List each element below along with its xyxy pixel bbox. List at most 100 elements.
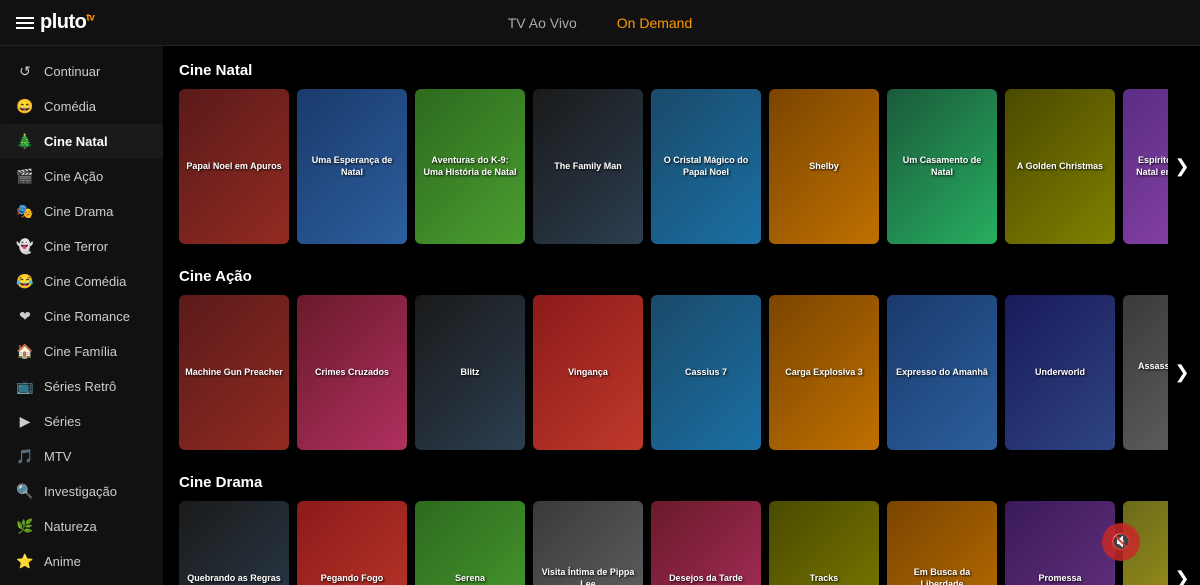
card-bg: Assassino a Preço Fixo [1123,295,1168,450]
sidebar-item-cine-romance[interactable]: ❤ Cine Romance [0,299,163,334]
card-cine-acao-2[interactable]: Blitz [415,295,525,450]
content-area: Cine Natal Papai Noel em ApurosUma Espera… [163,46,1200,585]
row-cine-natal: Papai Noel em ApurosUma Esperança de Nat… [179,89,1168,244]
sidebar-item-cine-familia[interactable]: 🏠 Cine Família [0,334,163,369]
series-icon: ▶ [16,413,34,430]
section-title-cine-acao: Cine Ação [179,268,1200,285]
series-label: Séries [44,414,81,429]
volume-button[interactable]: 🔇 [1102,523,1140,561]
natureza-label: Natureza [44,519,97,534]
card-cine-drama-1[interactable]: Pegando Fogo [297,501,407,585]
card-cine-drama-7[interactable]: Promessa [1005,501,1115,585]
cine-comedia-label: Cine Comédia [44,274,126,289]
card-cine-natal-3[interactable]: The Family Man [533,89,643,244]
card-cine-acao-3[interactable]: Vingança [533,295,643,450]
card-bg: The Family Man [533,89,643,244]
nav-on-demand[interactable]: On Demand [617,15,692,31]
card-bg: Um Casamento de Natal [887,89,997,244]
card-bg: Em Busca da Liberdade [887,501,997,585]
card-bg: Espíritos Mágicos: Natal em Nova York [1123,89,1168,244]
sidebar-item-continuar[interactable]: ↺ Continuar [0,54,163,89]
card-cine-natal-0[interactable]: Papai Noel em Apuros [179,89,289,244]
continuar-icon: ↺ [16,63,34,80]
card-bg: Crimes Cruzados [297,295,407,450]
card-cine-natal-2[interactable]: Aventuras do K-9: Uma História de Natal [415,89,525,244]
card-cine-acao-0[interactable]: Machine Gun Preacher [179,295,289,450]
cine-romance-label: Cine Romance [44,309,130,324]
card-cine-natal-8[interactable]: Espíritos Mágicos: Natal em Nova York [1123,89,1168,244]
card-bg: Expresso do Amanhã [887,295,997,450]
sidebar-item-series[interactable]: ▶ Séries [0,404,163,439]
row-container-cine-drama: Quebrando as RegrasPegando FogoSerenaVis… [179,501,1200,585]
sidebar-item-anime[interactable]: ⭐ Anime [0,544,163,579]
sidebar-item-cine-comedia[interactable]: 😂 Cine Comédia [0,264,163,299]
chevron-right-cine-natal[interactable]: ❯ [1168,89,1196,244]
card-cine-drama-6[interactable]: Em Busca da Liberdade [887,501,997,585]
section-title-cine-natal: Cine Natal [179,62,1200,79]
nav-links: TV Ao Vivo On Demand [508,15,693,31]
cine-drama-label: Cine Drama [44,204,113,219]
chevron-right-cine-acao[interactable]: ❯ [1168,295,1196,450]
card-cine-natal-6[interactable]: Um Casamento de Natal [887,89,997,244]
sidebar-item-natureza[interactable]: 🌿 Natureza [0,509,163,544]
cine-acao-icon: 🎬 [16,168,34,185]
sidebar-item-investigacao[interactable]: 🔍 Investigação [0,474,163,509]
card-cine-drama-3[interactable]: Visita Íntima de Pippa Lee [533,501,643,585]
card-cine-natal-5[interactable]: Shelby [769,89,879,244]
comedia-icon: 😄 [16,98,34,115]
card-cine-drama-4[interactable]: Desejos da Tarde [651,501,761,585]
natureza-icon: 🌿 [16,518,34,535]
series-retro-label: Séries Retrô [44,379,116,394]
card-bg: Cassius 7 [651,295,761,450]
sidebar-item-cine-terror[interactable]: 👻 Cine Terror [0,229,163,264]
card-bg: Visita Íntima de Pippa Lee [533,501,643,585]
logo: plutotv [40,11,94,34]
anime-label: Anime [44,554,81,569]
card-cine-acao-4[interactable]: Cassius 7 [651,295,761,450]
cine-romance-icon: ❤ [16,308,34,325]
card-bg: Blitz [415,295,525,450]
sidebar-item-cine-natal[interactable]: 🎄 Cine Natal [0,124,163,159]
hamburger-icon[interactable] [16,17,34,29]
cine-acao-label: Cine Ação [44,169,103,184]
card-cine-acao-5[interactable]: Carga Explosiva 3 [769,295,879,450]
cine-terror-label: Cine Terror [44,239,108,254]
sidebar-item-series-retro[interactable]: 📺 Séries Retrô [0,369,163,404]
card-bg: Pegando Fogo [297,501,407,585]
logo-tv-badge: tv [86,12,94,23]
card-cine-drama-2[interactable]: Serena [415,501,525,585]
section-title-cine-drama: Cine Drama [179,474,1200,491]
card-cine-natal-7[interactable]: A Golden Christmas [1005,89,1115,244]
card-cine-acao-8[interactable]: Assassino a Preço Fixo [1123,295,1168,450]
chevron-right-cine-drama[interactable]: ❯ [1168,501,1196,585]
sidebar-item-mtv[interactable]: 🎵 MTV [0,439,163,474]
card-bg: Carga Explosiva 3 [769,295,879,450]
continuar-label: Continuar [44,64,100,79]
sidebar-item-cine-drama[interactable]: 🎭 Cine Drama [0,194,163,229]
nav-tv-ao-vivo[interactable]: TV Ao Vivo [508,15,577,31]
cine-familia-label: Cine Família [44,344,117,359]
main-layout: ↺ Continuar 😄 Comédia 🎄 Cine Natal 🎬 Cin… [0,46,1200,585]
card-cine-natal-1[interactable]: Uma Esperança de Natal [297,89,407,244]
cine-drama-icon: 🎭 [16,203,34,220]
card-cine-acao-7[interactable]: Underworld [1005,295,1115,450]
row-container-cine-natal: Papai Noel em ApurosUma Esperança de Nat… [179,89,1200,244]
card-bg: Uma Esperança de Natal [297,89,407,244]
card-cine-drama-0[interactable]: Quebrando as Regras [179,501,289,585]
cine-natal-icon: 🎄 [16,133,34,150]
card-cine-drama-5[interactable]: Tracks [769,501,879,585]
card-bg: Serena [415,501,525,585]
sidebar-item-cine-acao[interactable]: 🎬 Cine Ação [0,159,163,194]
card-bg: Underworld [1005,295,1115,450]
section-cine-acao: Cine Ação Machine Gun PreacherCrimes Cruz… [179,268,1200,450]
row-cine-acao: Machine Gun PreacherCrimes CruzadosBlitz… [179,295,1168,450]
logo-area: plutotv [16,11,94,34]
anime-icon: ⭐ [16,553,34,570]
card-cine-acao-1[interactable]: Crimes Cruzados [297,295,407,450]
investigacao-icon: 🔍 [16,483,34,500]
card-bg: A Golden Christmas [1005,89,1115,244]
sidebar-item-comedia[interactable]: 😄 Comédia [0,89,163,124]
card-cine-acao-6[interactable]: Expresso do Amanhã [887,295,997,450]
section-cine-drama: Cine Drama Quebrando as RegrasPegando Fog… [179,474,1200,585]
card-cine-natal-4[interactable]: O Cristal Mágico do Papai Noel [651,89,761,244]
